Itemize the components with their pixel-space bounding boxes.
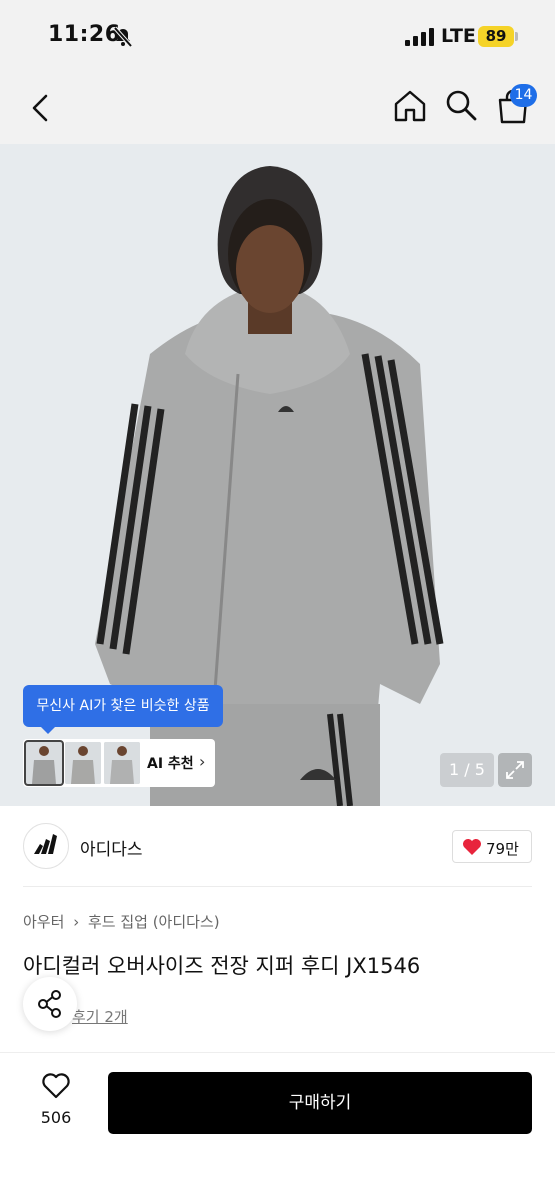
buy-button[interactable]: 구매하기 [108,1072,532,1134]
network-type: LTE [441,25,476,47]
expand-icon[interactable] [498,753,532,787]
back-icon[interactable] [26,88,56,128]
battery-tip [515,32,518,41]
heart-outline-icon [42,1073,70,1099]
similar-item-thumbnail[interactable] [65,742,101,784]
breadcrumb: 아우터 › 후드 집업 (아디다스) [23,911,224,932]
wishlist-button[interactable]: 506 [28,1072,84,1132]
cart-count-badge: 14 [510,84,537,107]
brand-like-button[interactable]: 79만 [452,830,532,863]
chevron-right-icon: › [73,913,80,931]
ai-recommendation-label[interactable]: AI 추천 [147,753,194,773]
review-link[interactable]: 후기 2개 [72,1006,128,1027]
heart-filled-icon [463,839,481,855]
brand-logo[interactable] [23,823,69,869]
battery-level: 89 [478,26,514,47]
bottom-bar-divider [0,1052,555,1053]
brand-like-count: 79만 [486,840,519,858]
signal-icon [405,28,435,46]
wishlist-count: 506 [40,1108,72,1127]
breadcrumb-category[interactable]: 아우터 [23,913,64,931]
status-time: 11:26 [48,22,121,47]
bell-muted-icon [113,26,133,48]
similar-item-thumbnail[interactable] [104,742,140,784]
nav-bar [0,72,555,144]
similar-item-thumbnail[interactable] [24,740,64,786]
ai-recommendation-strip[interactable]: AI 추천 › [23,739,215,787]
home-icon[interactable] [392,88,428,124]
search-icon[interactable] [444,88,478,122]
share-button[interactable] [23,977,77,1031]
share-icon [38,990,61,1018]
image-counter: 1 / 5 [440,753,494,787]
ai-recommendation-tooltip[interactable]: 무신사 AI가 찾은 비슷한 상품 [23,685,223,734]
breadcrumb-subcategory[interactable]: 후드 집업 (아디다스) [88,913,220,931]
product-title: 아디컬러 오버사이즈 전장 지퍼 후디 JX1546 [23,954,421,978]
chevron-right-icon[interactable]: › [199,752,205,771]
status-bar: 11:26 LTE 89 [0,0,555,72]
brand-name[interactable]: 아디다스 [80,835,143,860]
divider [23,886,532,887]
